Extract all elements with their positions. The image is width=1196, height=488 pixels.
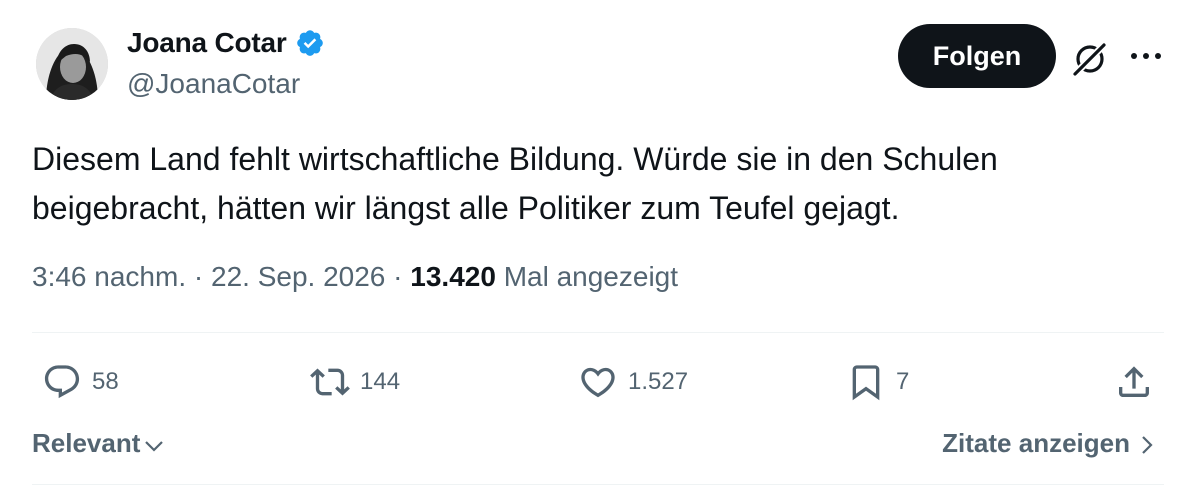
author-name-row[interactable]: Joana Cotar — [127, 27, 325, 59]
tweet-text-line: Diesem Land fehlt wirtschaftliche Bildun… — [32, 141, 998, 177]
author-handle[interactable]: @JoanaCotar — [127, 68, 300, 100]
repost-button[interactable]: 144 — [310, 360, 400, 404]
heart-icon — [581, 367, 615, 398]
avatar-image — [36, 28, 108, 100]
chevron-right-icon — [1142, 436, 1153, 454]
bookmark-count: 7 — [896, 368, 910, 395]
avatar[interactable] — [36, 28, 108, 100]
views-count: 13.420 — [410, 261, 496, 292]
like-button[interactable]: 1.527 — [578, 360, 688, 404]
bookmark-button[interactable]: 7 — [846, 360, 909, 404]
grok-icon[interactable] — [1070, 38, 1110, 78]
tweet-date[interactable]: 22. Sep. 2026 — [211, 261, 385, 292]
meta-separator: · — [193, 261, 204, 292]
tweet-meta: 3:46 nachm. · 22. Sep. 2026 · 13.420 Mal… — [32, 261, 678, 293]
reply-icon — [44, 365, 80, 399]
quotes-label: Zitate anzeigen — [942, 428, 1130, 458]
verified-badge-icon[interactable] — [295, 28, 325, 58]
more-options-icon[interactable] — [1126, 44, 1166, 68]
repost-icon — [310, 368, 350, 396]
like-count: 1.527 — [628, 368, 689, 395]
sort-label: Relevant — [32, 428, 141, 458]
divider — [32, 484, 1164, 485]
author-name[interactable]: Joana Cotar — [127, 27, 287, 59]
tweet-time[interactable]: 3:46 nachm. — [32, 261, 186, 292]
chevron-down-icon — [145, 440, 164, 452]
divider — [32, 332, 1164, 333]
view-quotes-link[interactable]: Zitate anzeigen — [942, 428, 1158, 459]
tweet-text-line: beigebracht, hätten wir längst alle Poli… — [32, 190, 900, 226]
reply-count: 58 — [92, 368, 119, 395]
bookmark-icon — [852, 365, 880, 401]
tweet-text: Diesem Land fehlt wirtschaftliche Bildun… — [32, 135, 1152, 233]
follow-button[interactable]: Folgen — [898, 24, 1056, 88]
sort-dropdown[interactable]: Relevant — [32, 428, 166, 459]
views-label: Mal angezeigt — [503, 261, 679, 292]
meta-separator: · — [393, 261, 403, 292]
share-icon[interactable] — [1114, 362, 1154, 402]
repost-count: 144 — [360, 368, 401, 395]
reply-button[interactable]: 58 — [42, 360, 119, 404]
